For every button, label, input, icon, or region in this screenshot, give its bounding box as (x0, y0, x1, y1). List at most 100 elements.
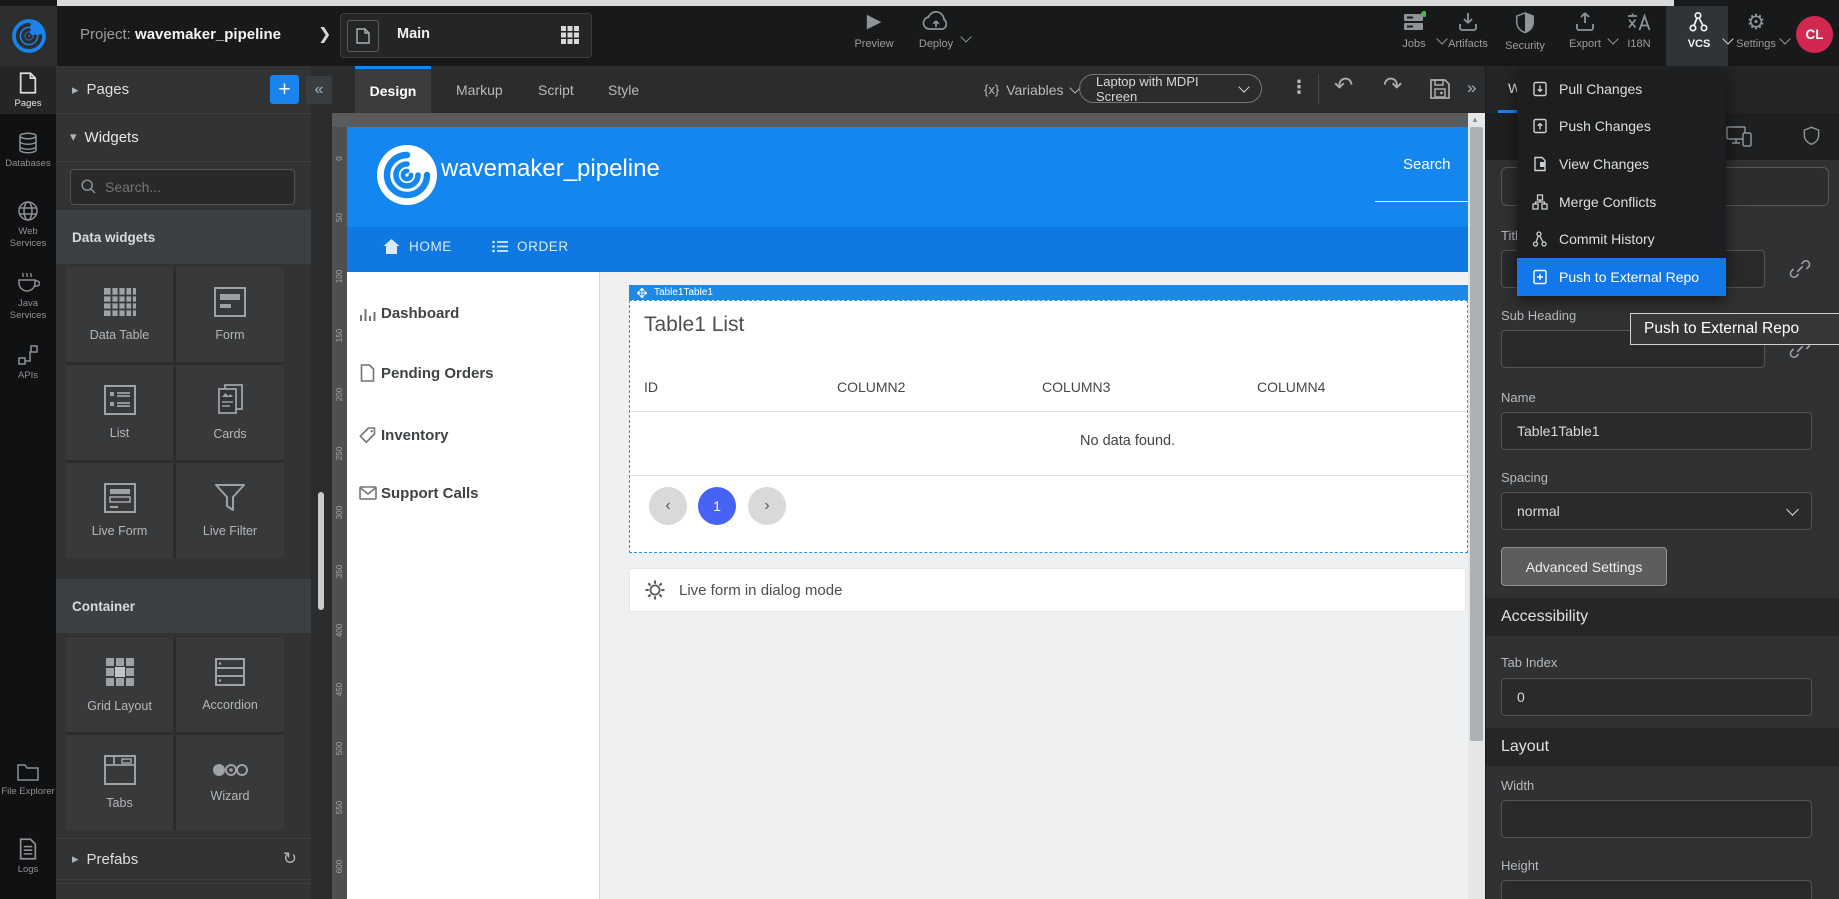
app-nav-order[interactable]: ORDER (492, 239, 569, 254)
app-sidebar-item-pending-orders[interactable]: Pending Orders (347, 360, 599, 390)
widget-tile-data-table[interactable]: Data Table (66, 267, 173, 362)
rail-item-databases[interactable]: Databases (0, 132, 56, 170)
widget-tile-tabs[interactable]: Tabs (66, 735, 173, 830)
menu-item-pull-changes[interactable]: Pull Changes (1517, 70, 1726, 108)
device-selector[interactable]: Laptop with MDPI Screen (1079, 74, 1262, 103)
advanced-settings-button[interactable]: Advanced Settings (1501, 547, 1667, 586)
topnav-i18n[interactable]: I18N (1609, 11, 1669, 50)
widget-tile-list[interactable]: List (66, 365, 173, 460)
width-field[interactable] (1501, 800, 1812, 838)
widget-tile-live-form[interactable]: Live Form (66, 463, 173, 558)
tab-script[interactable]: Script (524, 66, 588, 113)
accessibility-section-header[interactable]: Accessibility (1486, 598, 1839, 636)
ruler-tick: 100 (335, 269, 344, 284)
deploy-button[interactable]: Deploy (906, 11, 966, 50)
commit-history-icon (1532, 231, 1548, 247)
widget-tile-grid-layout[interactable]: Grid Layout (66, 637, 173, 732)
rail-item-java-services[interactable]: Java Services (0, 272, 56, 322)
app-search-link[interactable]: Search (1403, 156, 1451, 173)
live-form-dialog-widget[interactable]: Live form in dialog mode (629, 568, 1466, 612)
preview-button[interactable]: ▶ Preview (844, 11, 904, 50)
tile-label: Form (215, 328, 244, 342)
wavemaker-logo[interactable] (0, 6, 57, 66)
menu-item-merge-conflicts[interactable]: Merge Conflicts (1517, 183, 1726, 221)
rail-item-logs[interactable]: Logs (0, 838, 56, 876)
rail-item-pages[interactable]: Pages (0, 72, 56, 110)
canvas-scrollbar[interactable]: ▲ (1468, 113, 1485, 899)
menu-item-commit-history[interactable]: Commit History (1517, 220, 1726, 258)
shield-outline-icon[interactable] (1802, 125, 1821, 147)
pagination-page-1[interactable]: 1 (698, 487, 736, 525)
bind-link-icon[interactable] (1789, 258, 1811, 280)
app-sidebar-item-support-calls[interactable]: Support Calls (347, 480, 599, 510)
column-header-column4[interactable]: COLUMN4 (1257, 379, 1325, 395)
app-nav-home[interactable]: HOME (383, 239, 452, 254)
menu-item-view-changes[interactable]: View Changes (1517, 145, 1726, 183)
collapse-panel-button[interactable]: « (306, 76, 332, 104)
app-sidebar-item-dashboard[interactable]: Dashboard (347, 300, 599, 330)
tab-markup[interactable]: Markup (442, 66, 517, 113)
topnav-export[interactable]: Export (1555, 11, 1615, 50)
save-button[interactable] (1428, 77, 1452, 101)
topnav-settings[interactable]: ⚙ Settings (1726, 11, 1786, 50)
topnav-security[interactable]: Security (1495, 11, 1555, 52)
menu-item-push-to-external-repo[interactable]: Push to External Repo (1517, 258, 1726, 296)
rail-label: File Explorer (1, 786, 54, 798)
table-pagination: ‹ 1 › (630, 487, 1467, 527)
topnav-artifacts[interactable]: Artifacts (1438, 11, 1498, 50)
prefabs-section-header[interactable]: ▸ Prefabs ↻ (56, 838, 311, 880)
column-header-column3[interactable]: COLUMN3 (1042, 379, 1110, 395)
redo-button[interactable]: ↷ (1383, 73, 1402, 99)
canvas-scrollbar-thumb[interactable] (1470, 127, 1483, 741)
pagination-prev-button[interactable]: ‹ (649, 487, 687, 525)
widget-selection-bar[interactable]: Table1Table1 (629, 285, 1468, 300)
panel-scrollbar-thumb[interactable] (318, 492, 324, 610)
height-field[interactable] (1501, 880, 1812, 899)
widget-search-input[interactable] (103, 170, 287, 204)
widget-tile-form[interactable]: Form (176, 267, 284, 362)
canvas-area: 0 50 100 150 200 250 300 350 400 450 500… (332, 113, 1468, 899)
menu-item-push-changes[interactable]: Push Changes (1517, 108, 1726, 146)
rail-item-apis[interactable]: APIs (0, 344, 56, 382)
move-handle-icon[interactable] (637, 288, 647, 298)
widget-tile-accordion[interactable]: Accordion (176, 637, 284, 732)
nav-label: HOME (409, 239, 452, 254)
more-options-button[interactable]: ⋮ (1290, 77, 1308, 98)
home-icon (383, 239, 400, 254)
spacing-select[interactable]: normal (1501, 492, 1812, 530)
undo-button[interactable]: ↶ (1334, 73, 1353, 99)
pagination-next-button[interactable]: › (748, 487, 786, 525)
column-header-column2[interactable]: COLUMN2 (837, 379, 905, 395)
rail-item-file-explorer[interactable]: File Explorer (0, 762, 56, 798)
artifacts-label: Artifacts (1448, 38, 1488, 50)
refresh-icon[interactable]: ↻ (283, 849, 297, 869)
scroll-up-arrow[interactable]: ▲ (1471, 115, 1479, 124)
column-header-id[interactable]: ID (644, 379, 658, 395)
add-page-button[interactable]: + (270, 75, 299, 104)
app-nav-bar: HOME ORDER (347, 227, 1468, 272)
tabindex-field[interactable] (1501, 678, 1812, 716)
layout-section-header[interactable]: Layout (1486, 728, 1839, 766)
widget-tile-cards[interactable]: Cards (176, 365, 284, 460)
devices-icon[interactable] (1726, 126, 1752, 147)
table-widget-selected[interactable]: Table1Table1 Table1 List ID COLUMN2 COLU… (629, 285, 1468, 553)
widgets-section-header[interactable]: ▾ Widgets (56, 113, 311, 162)
app-sidebar-item-inventory[interactable]: Inventory (347, 422, 599, 452)
name-field[interactable] (1501, 412, 1812, 450)
widget-tile-wizard[interactable]: Wizard (176, 735, 284, 830)
page-tab-main[interactable]: Main (340, 13, 592, 58)
widget-tile-live-filter[interactable]: Live Filter (176, 463, 284, 558)
topnav-vcs[interactable]: VCS (1669, 11, 1729, 50)
expand-panel-button[interactable]: » (1467, 78, 1476, 98)
apps-grid-icon[interactable] (561, 26, 579, 44)
user-avatar[interactable]: CL (1796, 16, 1833, 53)
variables-button[interactable]: {x} Variables (984, 66, 1079, 113)
rail-item-web-services[interactable]: Web Services (0, 200, 56, 250)
tab-design[interactable]: Design (355, 66, 431, 113)
tab-style[interactable]: Style (594, 66, 653, 113)
page-structure-section-header[interactable]: ▸ Page Structure (56, 883, 311, 899)
project-label: Project: (80, 26, 131, 43)
pages-section-header[interactable]: ▸ Pages + (56, 66, 311, 114)
project-name: wavemaker_pipeline (135, 26, 281, 43)
topnav-jobs[interactable]: Jobs (1384, 11, 1444, 50)
